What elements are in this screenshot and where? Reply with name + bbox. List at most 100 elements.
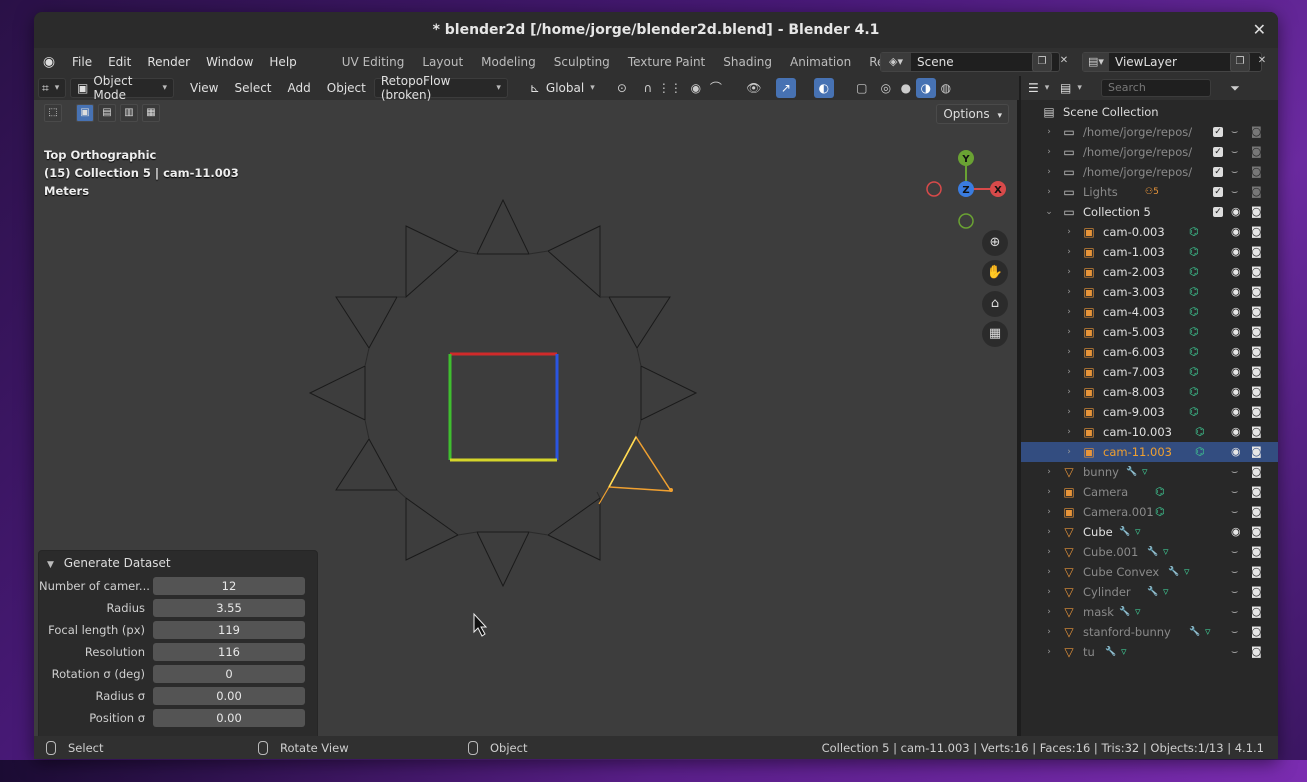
- options-button[interactable]: Options ▾: [936, 104, 1009, 124]
- eye-icon[interactable]: ◉: [1231, 402, 1241, 422]
- eye-icon[interactable]: ◉: [1231, 262, 1241, 282]
- focal-length-input[interactable]: 119: [153, 621, 305, 639]
- chevron-right-icon[interactable]: ›: [1063, 422, 1075, 442]
- filter-icon[interactable]: ⏷: [1225, 78, 1245, 98]
- modifier-wrench-icon[interactable]: 🔧: [1105, 642, 1116, 662]
- chevron-right-icon[interactable]: ›: [1063, 342, 1075, 362]
- menu-help[interactable]: Help: [261, 48, 304, 76]
- modifier-wrench-icon[interactable]: 🔧: [1168, 562, 1179, 582]
- modifier-wrench-icon[interactable]: 🔧: [1119, 602, 1130, 622]
- mesh-data-icon[interactable]: ▿: [1184, 562, 1190, 582]
- chevron-right-icon[interactable]: ›: [1063, 282, 1075, 302]
- render-camera-icon[interactable]: ◙: [1251, 182, 1262, 202]
- pan-hand-icon[interactable]: ✋: [982, 260, 1008, 286]
- camera-data-icon[interactable]: ⌬: [1195, 442, 1205, 462]
- camera-data-icon[interactable]: ⌬: [1189, 242, 1199, 262]
- select-new-icon[interactable]: ▣: [76, 104, 94, 122]
- outliner-editor-type-icon[interactable]: ☰ ▾: [1025, 78, 1053, 98]
- mesh-data-icon[interactable]: ▿: [1135, 602, 1141, 622]
- render-camera-icon[interactable]: ◙: [1251, 502, 1262, 522]
- exclude-checkbox[interactable]: ✓: [1213, 167, 1223, 177]
- chevron-right-icon[interactable]: ›: [1063, 302, 1075, 322]
- eye-icon[interactable]: ◉: [1231, 282, 1241, 302]
- eye-icon[interactable]: ◉: [1231, 242, 1241, 262]
- modifier-wrench-icon[interactable]: 🔧: [1126, 462, 1137, 482]
- outliner-row[interactable]: › ▽ Cube Convex 🔧 ▿ ⌣ ◙: [1021, 562, 1278, 582]
- new-scene-icon[interactable]: ❐: [1032, 52, 1052, 72]
- mesh-data-icon[interactable]: ▿: [1121, 642, 1127, 662]
- outliner-row[interactable]: ⌄ ▭ Collection 5 ✓ ◉ ◙: [1021, 202, 1278, 222]
- resolution-input[interactable]: 116: [153, 643, 305, 661]
- modifier-wrench-icon[interactable]: 🔧: [1119, 522, 1130, 542]
- menu-file[interactable]: File: [64, 48, 100, 76]
- material-shading-icon[interactable]: ◑: [915, 78, 936, 98]
- camera-data-icon[interactable]: ⌬: [1189, 282, 1199, 302]
- outliner-search-input[interactable]: Search: [1101, 79, 1211, 97]
- exclude-checkbox[interactable]: ✓: [1213, 207, 1223, 217]
- chevron-right-icon[interactable]: ›: [1043, 542, 1055, 562]
- outliner-row[interactable]: › ▣ Camera ⌬ ⌣ ◙: [1021, 482, 1278, 502]
- render-camera-icon[interactable]: ◙: [1251, 382, 1262, 402]
- eye-icon[interactable]: ◉: [1231, 422, 1241, 442]
- menu-view[interactable]: View: [182, 76, 226, 100]
- chevron-right-icon[interactable]: ›: [1043, 482, 1055, 502]
- retopoflow-dropdown[interactable]: RetopoFlow (broken) ▾: [373, 74, 508, 102]
- proportional-edit-icon[interactable]: ◉: [686, 78, 706, 98]
- position-sigma-input[interactable]: 0.00: [153, 709, 305, 727]
- camera-data-icon[interactable]: ⌬: [1195, 422, 1205, 442]
- outliner-row[interactable]: › ▽ bunny 🔧 ▿ ⌣ ◙: [1021, 462, 1278, 482]
- outliner-row[interactable]: › ▣ cam-0.003 ⌬ ◉ ◙: [1021, 222, 1278, 242]
- chevron-right-icon[interactable]: ›: [1043, 162, 1055, 182]
- outliner-row[interactable]: › ▣ cam-1.003 ⌬ ◉ ◙: [1021, 242, 1278, 262]
- eye-icon[interactable]: ◉: [1231, 302, 1241, 322]
- snap-icon[interactable]: ∩: [638, 78, 658, 98]
- eye-closed-icon[interactable]: ⌣: [1231, 462, 1238, 482]
- camera-data-icon[interactable]: ⌬: [1189, 362, 1199, 382]
- scene-collection-row[interactable]: ▤ Scene Collection: [1021, 102, 1278, 122]
- overlay-toggle-icon[interactable]: ◐: [813, 78, 834, 98]
- editor-type-icon[interactable]: ⌗ ▾: [38, 78, 66, 98]
- mesh-data-icon[interactable]: ▿: [1205, 622, 1211, 642]
- outliner-row[interactable]: › ▽ Cube.001 🔧 ▿ ⌣ ◙: [1021, 542, 1278, 562]
- chevron-right-icon[interactable]: ›: [1043, 562, 1055, 582]
- tab-uv-editing[interactable]: UV Editing: [333, 48, 414, 76]
- render-camera-icon[interactable]: ◙: [1251, 222, 1262, 242]
- render-camera-icon[interactable]: ◙: [1251, 482, 1262, 502]
- chevron-right-icon[interactable]: ›: [1063, 442, 1075, 462]
- redo-panel-header[interactable]: ▼ Generate Dataset: [39, 551, 317, 575]
- select-intersect-icon[interactable]: ▦: [142, 104, 160, 122]
- eye-closed-icon[interactable]: ⌣: [1231, 162, 1238, 182]
- eye-closed-icon[interactable]: ⌣: [1231, 502, 1238, 522]
- 3d-viewport[interactable]: ⌗ ▾ ▣ Object Mode ▾ View Select Add Objec…: [34, 74, 1019, 744]
- camera-data-icon[interactable]: ⌬: [1189, 342, 1199, 362]
- eye-icon[interactable]: ◉: [1231, 202, 1241, 222]
- eye-closed-icon[interactable]: ⌣: [1231, 642, 1238, 662]
- tab-animation[interactable]: Animation: [781, 48, 860, 76]
- modifier-wrench-icon[interactable]: 🔧: [1147, 542, 1158, 562]
- render-camera-icon[interactable]: ◙: [1251, 142, 1262, 162]
- eye-icon[interactable]: ◉: [1231, 342, 1241, 362]
- select-subtract-icon[interactable]: ▥: [120, 104, 138, 122]
- chevron-right-icon[interactable]: ›: [1043, 522, 1055, 542]
- wireframe-shading-icon[interactable]: ◎: [876, 78, 896, 98]
- camera-data-icon[interactable]: ⌬: [1155, 502, 1165, 522]
- transform-orientation-dropdown[interactable]: ⊾ Global ▾: [524, 78, 604, 98]
- blender-logo-icon[interactable]: ◉: [34, 48, 64, 76]
- eye-icon[interactable]: ◉: [1231, 322, 1241, 342]
- modifier-wrench-icon[interactable]: 🔧: [1189, 622, 1200, 642]
- eye-closed-icon[interactable]: ⌣: [1231, 122, 1238, 142]
- camera-data-icon[interactable]: ⌬: [1189, 322, 1199, 342]
- render-camera-icon[interactable]: ◙: [1251, 242, 1262, 262]
- chevron-right-icon[interactable]: ›: [1063, 402, 1075, 422]
- outliner-row[interactable]: › ▭ /home/jorge/repos/NeR ✓ ⌣ ◙: [1021, 122, 1278, 142]
- xray-icon[interactable]: ▢: [852, 78, 872, 98]
- ortho-grid-icon[interactable]: ▦: [982, 321, 1008, 347]
- render-camera-icon[interactable]: ◙: [1251, 522, 1262, 542]
- render-camera-icon[interactable]: ◙: [1251, 642, 1262, 662]
- camera-data-icon[interactable]: ⌬: [1189, 402, 1199, 422]
- chevron-down-icon[interactable]: ⌄: [1043, 202, 1055, 222]
- eye-icon[interactable]: ◉: [1231, 382, 1241, 402]
- chevron-right-icon[interactable]: ›: [1043, 182, 1055, 202]
- render-camera-icon[interactable]: ◙: [1251, 202, 1262, 222]
- menu-select[interactable]: Select: [226, 76, 279, 100]
